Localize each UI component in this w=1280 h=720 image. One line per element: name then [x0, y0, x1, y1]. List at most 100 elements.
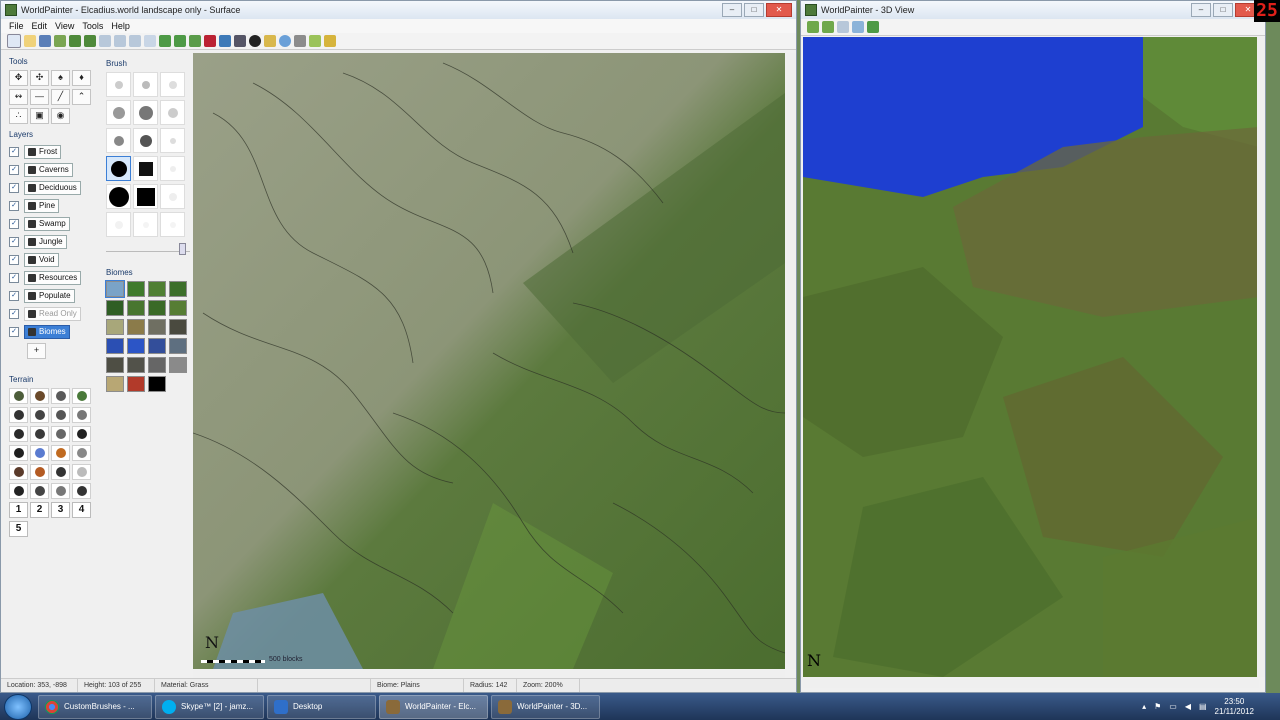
3d-viewport[interactable]: N	[803, 37, 1259, 677]
text-tool[interactable]: ◉	[51, 108, 70, 124]
layer-visible-checkbox[interactable]: ✓	[9, 147, 19, 157]
flood-tool[interactable]: ♠	[51, 70, 70, 86]
map-view[interactable]: N 500 blocks	[193, 53, 785, 669]
rotate-left-icon[interactable]	[807, 21, 819, 33]
terrain-material-swatch[interactable]	[30, 483, 49, 499]
brush-swatch[interactable]	[106, 212, 131, 237]
menu-view[interactable]: View	[55, 21, 74, 31]
menu-edit[interactable]: Edit	[32, 21, 48, 31]
spray-tool[interactable]: ∴	[9, 108, 28, 124]
layer-visible-checkbox[interactable]: ✓	[9, 165, 19, 175]
brush-swatch[interactable]	[160, 100, 185, 125]
biome-swatch[interactable]	[148, 319, 166, 335]
contours-icon[interactable]	[159, 35, 171, 47]
biome-swatch[interactable]	[106, 300, 124, 316]
layer-visible-checkbox[interactable]: ✓	[9, 309, 19, 319]
add-layer-button[interactable]: +	[27, 343, 46, 359]
biome-swatch[interactable]	[127, 281, 145, 297]
brush-swatch[interactable]	[106, 72, 131, 97]
layer-visible-checkbox[interactable]: ✓	[9, 255, 19, 265]
terrain-material-swatch[interactable]	[9, 483, 28, 499]
terrain-material-swatch[interactable]	[72, 426, 91, 442]
menu-help[interactable]: Help	[111, 21, 130, 31]
move-icon[interactable]	[204, 35, 216, 47]
zoom-in-icon[interactable]	[99, 35, 111, 47]
menu-tools[interactable]: Tools	[82, 21, 103, 31]
zoom-out-icon[interactable]	[114, 35, 126, 47]
terrain-map[interactable]	[193, 53, 785, 669]
biome-swatch[interactable]	[106, 376, 124, 392]
view3d-maximize-button[interactable]: □	[1213, 3, 1233, 17]
crosshair-icon[interactable]	[219, 35, 231, 47]
custom-terrain-button[interactable]: 4	[72, 502, 91, 518]
terrain-material-swatch[interactable]	[72, 445, 91, 461]
brush-swatch[interactable]	[106, 128, 131, 153]
biome-swatch[interactable]	[127, 319, 145, 335]
terrain-material-swatch[interactable]	[51, 445, 70, 461]
terrain-material-swatch[interactable]	[30, 464, 49, 480]
layers-toggle-icon[interactable]	[852, 21, 864, 33]
brush-swatch[interactable]	[133, 156, 158, 181]
zoom-reset-icon[interactable]	[129, 35, 141, 47]
biome-swatch[interactable]	[127, 338, 145, 354]
layer-button[interactable]: Deciduous	[24, 181, 81, 195]
view3d-hscrollbar[interactable]	[803, 679, 1259, 688]
brush-swatch[interactable]	[133, 100, 158, 125]
biome-swatch[interactable]	[148, 281, 166, 297]
pan-icon[interactable]	[234, 35, 246, 47]
taskbar-chrome[interactable]: CustomBrushes - ...	[38, 694, 152, 719]
layer-button[interactable]: Void	[24, 253, 59, 267]
biome-swatch[interactable]	[169, 300, 187, 316]
biome-swatch[interactable]	[105, 280, 125, 298]
settings-icon[interactable]	[294, 35, 306, 47]
biome-swatch[interactable]	[106, 357, 124, 373]
terrain-material-swatch[interactable]	[51, 388, 70, 404]
taskbar-skype[interactable]: Skype™ [2] - jamz...	[155, 694, 264, 719]
layer-visible-checkbox[interactable]: ✓	[9, 273, 19, 283]
brush-swatch[interactable]	[133, 72, 158, 97]
save-icon[interactable]	[39, 35, 51, 47]
target-icon[interactable]	[249, 35, 261, 47]
global-ops-tool[interactable]: ▣	[30, 108, 49, 124]
clock[interactable]: 23:50 21/11/2012	[1215, 697, 1254, 717]
terrain-material-swatch[interactable]	[51, 407, 70, 423]
terrain-material-swatch[interactable]	[9, 426, 28, 442]
layer-visible-checkbox[interactable]: ✓	[9, 237, 19, 247]
terrain-material-swatch[interactable]	[9, 464, 28, 480]
layer-visible-checkbox[interactable]: ✓	[9, 183, 19, 193]
brush-swatch[interactable]	[106, 184, 131, 209]
brush-swatch[interactable]	[160, 156, 185, 181]
raise-terrain-tool[interactable]: ✥	[9, 70, 28, 86]
custom-terrain-button[interactable]: 3	[51, 502, 70, 518]
terrain-material-swatch[interactable]	[9, 445, 28, 461]
terrain-material-swatch[interactable]	[9, 407, 28, 423]
reset-view-icon[interactable]	[837, 21, 849, 33]
biome-swatch[interactable]	[148, 357, 166, 373]
layer-visible-checkbox[interactable]: ✓	[9, 219, 19, 229]
undo-icon[interactable]	[69, 35, 81, 47]
brush-swatch[interactable]	[106, 100, 131, 125]
sponge-tool[interactable]: ♦	[72, 70, 91, 86]
terrain-material-swatch[interactable]	[51, 483, 70, 499]
start-button[interactable]	[4, 693, 32, 720]
brush-swatch[interactable]	[133, 212, 158, 237]
biome-swatch[interactable]	[127, 300, 145, 316]
new-world-icon[interactable]	[7, 34, 21, 48]
redo-icon[interactable]	[84, 35, 96, 47]
brush-swatch[interactable]	[160, 212, 185, 237]
brush-swatch[interactable]	[106, 156, 131, 181]
export-image-icon[interactable]	[867, 21, 879, 33]
custom-terrain-button[interactable]: 1	[9, 502, 28, 518]
flatten-tool[interactable]: ✣	[30, 70, 49, 86]
layer-button[interactable]: Frost	[24, 145, 62, 159]
terrain-material-swatch[interactable]	[51, 464, 70, 480]
display-icon[interactable]: ▭	[1169, 702, 1177, 711]
view3d-minimize-button[interactable]: –	[1191, 3, 1211, 17]
layer-visible-checkbox[interactable]: ✓	[9, 327, 19, 337]
terrain-material-swatch[interactable]	[30, 388, 49, 404]
layer-button[interactable]: Caverns	[24, 163, 73, 177]
brush-swatch[interactable]	[160, 72, 185, 97]
surface-titlebar[interactable]: WorldPainter - Elcadius.world landscape …	[1, 1, 796, 19]
minimize-button[interactable]: –	[722, 3, 742, 17]
help-icon[interactable]	[324, 35, 336, 47]
